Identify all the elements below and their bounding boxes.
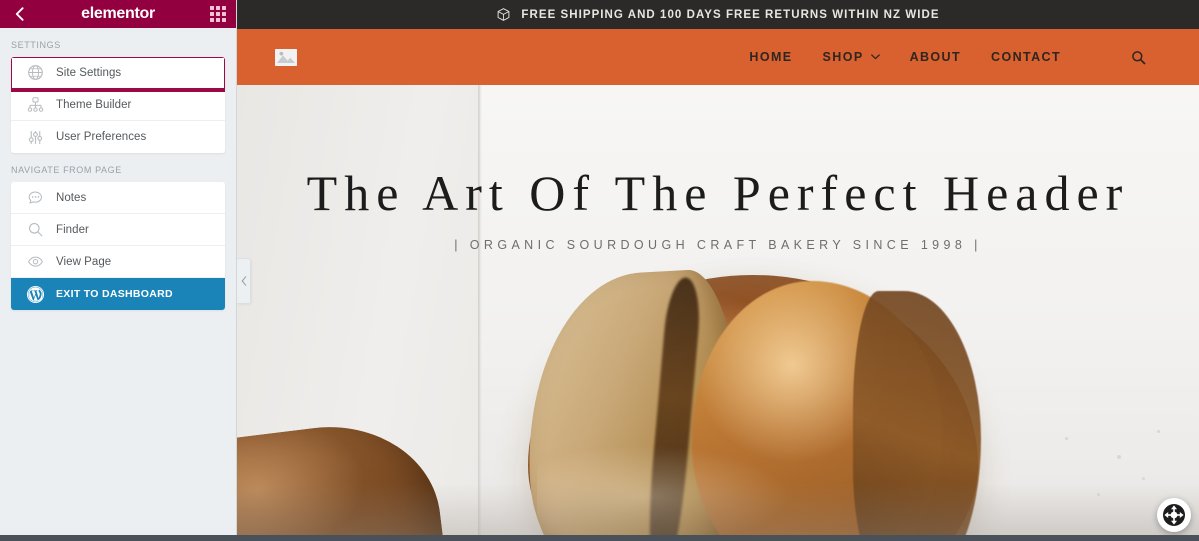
panel-header: elementor — [0, 0, 236, 28]
elementor-logo-text: elementor — [81, 5, 155, 22]
search-icon — [24, 219, 46, 241]
sliders-icon — [24, 126, 46, 148]
chevron-left-icon — [241, 276, 246, 286]
site-navbar: HOME SHOP ABOUT CONTACT — [237, 29, 1199, 85]
nav-link-label: ABOUT — [909, 50, 962, 64]
grid-apps-icon[interactable] — [210, 6, 226, 22]
wordpress-icon — [24, 283, 46, 305]
chevron-down-icon — [870, 54, 880, 60]
eye-icon — [24, 251, 46, 273]
sitemap-icon — [24, 94, 46, 116]
sidebar-item-exit-to-dashboard[interactable]: EXIT TO DASHBOARD — [11, 278, 225, 310]
sidebar-item-site-settings[interactable]: Site Settings — [11, 57, 225, 92]
bottom-status-strip — [0, 535, 1199, 541]
sidebar-item-theme-builder[interactable]: Theme Builder — [11, 89, 225, 121]
broken-image-placeholder-icon[interactable] — [275, 48, 297, 66]
settings-menu-group: Site Settings Theme Builder User Prefere… — [11, 57, 225, 153]
sidebar-item-label: Finder — [56, 223, 89, 236]
hero-section: The Art Of The Perfect Header | ORGANIC … — [237, 85, 1199, 535]
sidebar-item-user-preferences[interactable]: User Preferences — [11, 121, 225, 153]
section-label-navigate: NAVIGATE FROM PAGE — [11, 165, 122, 175]
comment-dots-icon — [24, 187, 46, 209]
hero-title: The Art Of The Perfect Header — [306, 165, 1130, 221]
nav-link-home[interactable]: HOME — [749, 50, 792, 64]
nav-link-contact[interactable]: CONTACT — [991, 50, 1061, 64]
nav-link-shop[interactable]: SHOP — [823, 50, 880, 64]
back-button[interactable] — [10, 5, 28, 23]
sidebar-item-notes[interactable]: Notes — [11, 182, 225, 214]
elementor-editor: elementor SETTINGS Site Settings Theme B… — [0, 0, 1199, 541]
editor-panel: elementor SETTINGS Site Settings Theme B… — [0, 0, 237, 535]
sidebar-item-label: Notes — [56, 191, 87, 204]
announcement-bar: FREE SHIPPING AND 100 DAYS FREE RETURNS … — [237, 0, 1199, 29]
sidebar-item-label: User Preferences — [56, 131, 147, 143]
panel-collapse-handle[interactable] — [237, 258, 251, 304]
nav-link-label: HOME — [749, 50, 793, 64]
sidebar-item-label: View Page — [56, 255, 112, 268]
navigate-menu-group: Notes Finder View Page EXIT TO DASHBOARD — [11, 182, 225, 310]
sidebar-item-label: EXIT TO DASHBOARD — [56, 288, 173, 300]
sidebar-item-view-page[interactable]: View Page — [11, 246, 225, 278]
globe-icon — [24, 62, 46, 84]
sidebar-item-finder[interactable]: Finder — [11, 214, 225, 246]
sidebar-item-label: Site Settings — [56, 66, 122, 79]
section-label-settings: SETTINGS — [11, 40, 61, 50]
preview-canvas: FREE SHIPPING AND 100 DAYS FREE RETURNS … — [237, 0, 1199, 535]
nav-link-label: CONTACT — [991, 50, 1061, 64]
chevron-left-icon — [15, 7, 24, 21]
nav-links: HOME SHOP ABOUT CONTACT — [749, 50, 1146, 65]
hero-subtitle: | ORGANIC SOURDOUGH CRAFT BAKERY SINCE 1… — [454, 238, 982, 252]
package-box-icon — [498, 8, 510, 21]
search-icon[interactable] — [1131, 50, 1146, 65]
move-arrows-icon — [1163, 504, 1185, 526]
announcement-text: FREE SHIPPING AND 100 DAYS FREE RETURNS … — [521, 8, 940, 21]
sidebar-item-label: Theme Builder — [56, 98, 132, 111]
nav-link-about[interactable]: ABOUT — [910, 50, 961, 64]
floating-move-handle[interactable] — [1157, 498, 1191, 532]
hero-text-block: The Art Of The Perfect Header | ORGANIC … — [237, 85, 1199, 252]
nav-link-label: SHOP — [822, 50, 864, 64]
